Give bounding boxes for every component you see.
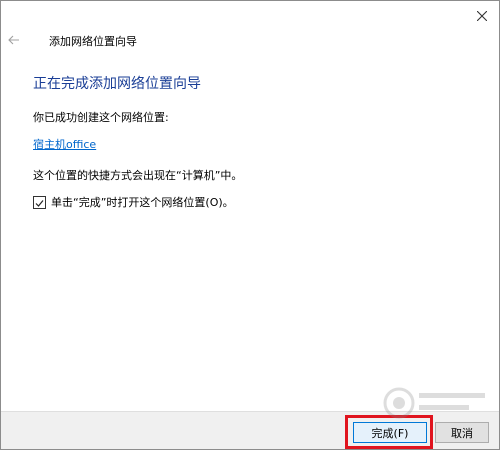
open-location-checkbox-label: 单击“完成”时打开这个网络位置(O)。 — [51, 196, 234, 209]
wizard-window: 添加网络位置向导 正在完成添加网络位置向导 你已成功创建这个网络位置: 宿主机o… — [0, 0, 500, 450]
back-arrow-icon — [8, 30, 20, 49]
close-button[interactable] — [471, 4, 493, 26]
back-button[interactable] — [6, 31, 22, 47]
cancel-button[interactable]: 取消 — [435, 422, 489, 443]
close-icon — [476, 6, 488, 25]
open-location-checkbox[interactable] — [33, 193, 46, 212]
success-message: 你已成功创建这个网络位置: — [33, 111, 169, 124]
network-location-link[interactable]: 宿主机office — [33, 136, 96, 152]
open-location-checkbox-row[interactable]: 单击“完成”时打开这个网络位置(O)。 — [33, 194, 234, 210]
checkmark-icon — [35, 193, 44, 212]
wizard-title: 添加网络位置向导 — [49, 35, 137, 48]
page-heading: 正在完成添加网络位置向导 — [33, 76, 201, 92]
shortcut-info-text: 这个位置的快捷方式会出现在“计算机”中。 — [33, 169, 243, 182]
finish-button[interactable]: 完成(F) — [353, 422, 427, 443]
wizard-footer: 完成(F) 取消 — [1, 411, 499, 449]
